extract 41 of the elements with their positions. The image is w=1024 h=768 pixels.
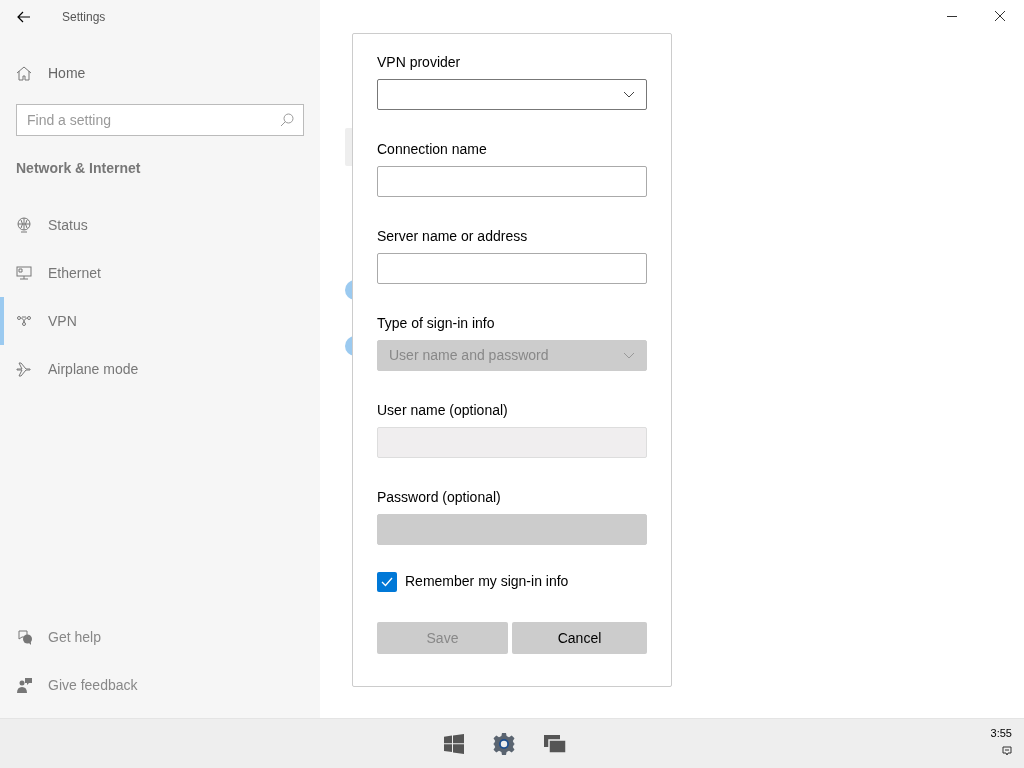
field-label: Connection name — [377, 140, 488, 158]
section-heading: Network & Internet — [15, 159, 142, 178]
dropdown[interactable] — [377, 79, 647, 110]
field-label: Password (optional) — [377, 488, 502, 506]
search-icon — [280, 113, 294, 127]
cancel-button[interactable]: Cancel — [512, 622, 647, 654]
nav-item[interactable]: Status — [0, 201, 320, 249]
notification-icon[interactable] — [1002, 746, 1012, 756]
close-icon — [995, 11, 1005, 21]
search-field[interactable]: Find a setting — [16, 104, 304, 136]
window-title: Settings — [62, 8, 106, 26]
nav-icon — [16, 217, 32, 233]
home-icon — [16, 65, 32, 81]
field-label: Server name or address — [377, 227, 529, 245]
chevron-down-icon — [623, 351, 635, 360]
back-arrow-icon[interactable] — [17, 10, 31, 23]
feedback-person-icon — [17, 677, 33, 693]
help-chat-icon — [17, 629, 33, 645]
task-view-icon[interactable] — [544, 734, 566, 753]
checkbox-label: Remember my sign-in info — [405, 572, 569, 591]
checkmark-icon — [381, 576, 393, 587]
nav-icon — [16, 361, 32, 377]
field-label: Type of sign-in info — [377, 314, 496, 332]
nav-icon — [16, 313, 32, 329]
windows-logo-icon[interactable] — [444, 733, 464, 754]
nav-icon — [16, 265, 32, 281]
home-nav-item[interactable]: Home — [0, 49, 320, 97]
nav-item[interactable]: Ethernet — [0, 249, 320, 297]
minimize-icon — [947, 15, 957, 17]
footer-link[interactable]: Get help — [0, 613, 320, 661]
input-field[interactable] — [377, 253, 647, 284]
gear-icon[interactable] — [492, 731, 516, 756]
field-label: User name (optional) — [377, 401, 509, 419]
footer-link[interactable]: Give feedback — [0, 661, 320, 709]
nav-item[interactable]: Airplane mode — [0, 345, 320, 393]
input-field[interactable] — [377, 166, 647, 197]
chevron-down-icon — [623, 90, 635, 99]
nav-item[interactable]: VPN — [0, 297, 320, 345]
field-label: VPN provider — [377, 53, 462, 71]
checkbox[interactable] — [377, 571, 397, 592]
clock: 3:55 — [990, 727, 1012, 740]
